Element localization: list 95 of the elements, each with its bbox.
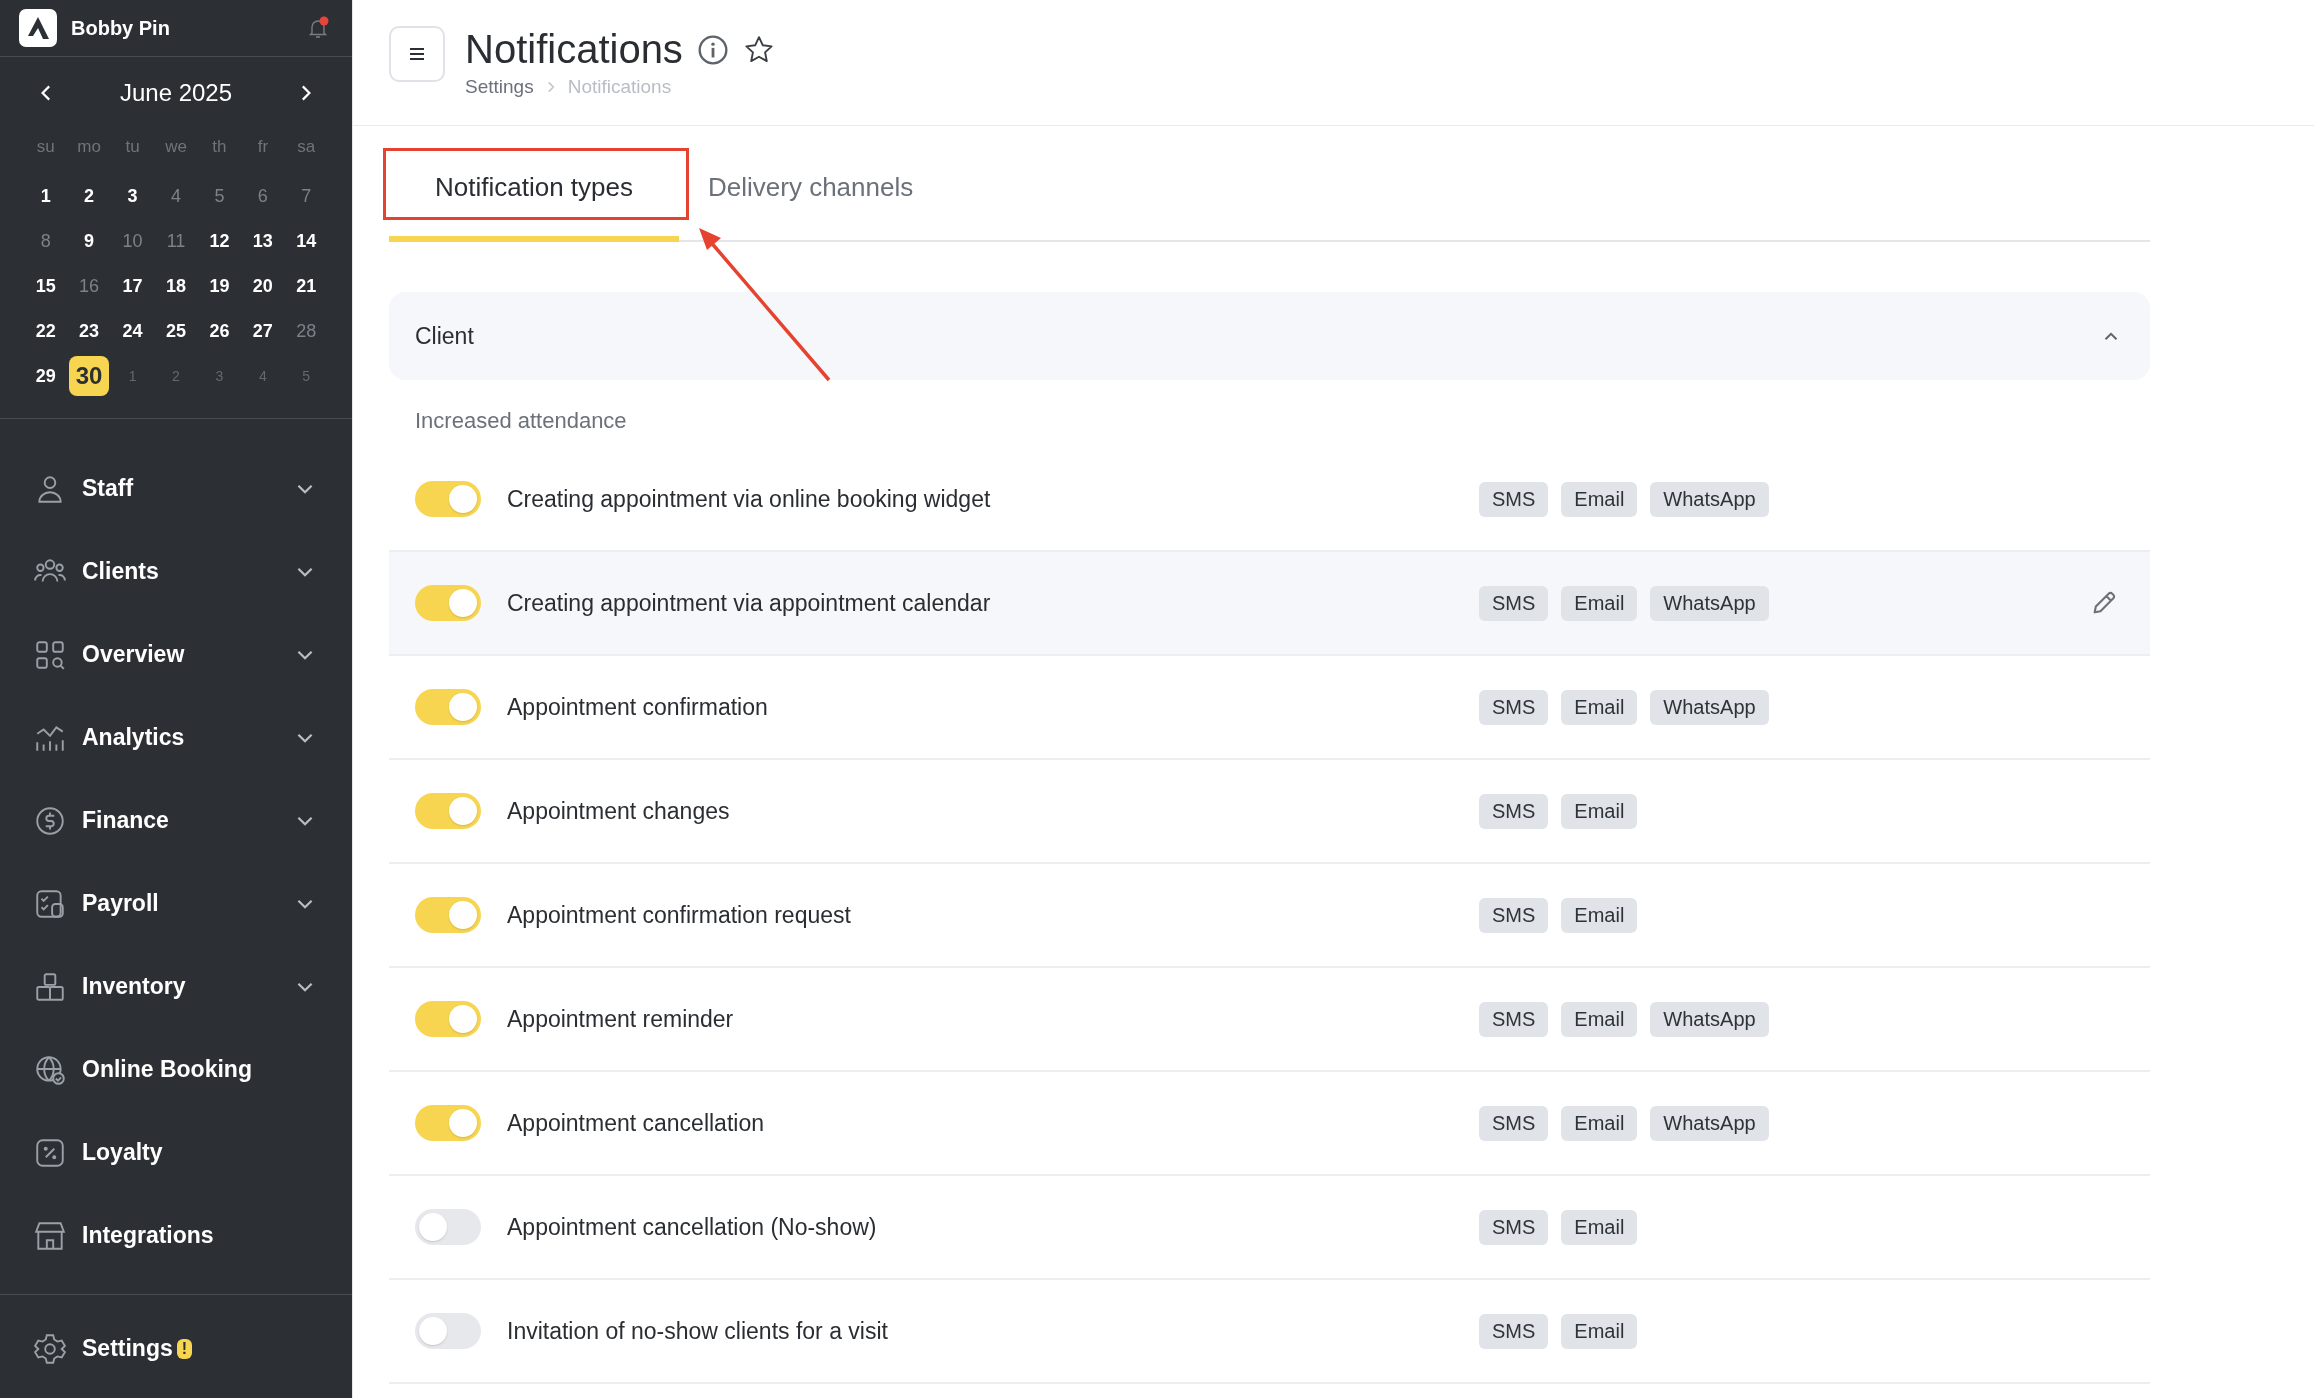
tab[interactable]: Delivery channels	[679, 138, 943, 242]
calendar-day[interactable]: 29	[25, 355, 66, 396]
weekday-label: tu	[124, 136, 141, 158]
weekday-label: sa	[296, 136, 317, 158]
menu-button[interactable]	[389, 25, 445, 82]
calendar-day[interactable]: 20	[242, 265, 283, 306]
tab[interactable]: Notification types	[389, 138, 679, 242]
bell-icon[interactable]	[306, 16, 330, 40]
toggle-switch[interactable]	[415, 481, 481, 517]
channel-tag: Email	[1561, 689, 1638, 725]
channel-tag: WhatsApp	[1650, 689, 1769, 725]
channel-tag: Email	[1561, 1313, 1638, 1349]
channel-tag: SMS	[1479, 897, 1549, 933]
user-name: Bobby Pin	[71, 16, 171, 40]
channel-tag: Email	[1561, 1105, 1638, 1141]
weekday-label: fr	[256, 136, 270, 158]
channel-tag: SMS	[1479, 1313, 1549, 1349]
calendar-day[interactable]: 17	[112, 265, 153, 306]
notification-label: Creating appointment via online booking widget	[507, 485, 992, 513]
month-title: June 2025	[119, 79, 233, 107]
calendar-day[interactable]: 18	[156, 265, 196, 306]
toggle-switch[interactable]	[415, 897, 481, 933]
page-title: Notifications	[465, 27, 683, 72]
channel-tag: SMS	[1479, 1209, 1549, 1245]
notification-label: Appointment reminder	[507, 1005, 735, 1033]
channel-tag: SMS	[1479, 689, 1549, 725]
toggle-switch[interactable]	[415, 793, 481, 829]
channel-tag: SMS	[1479, 1105, 1549, 1141]
toggle-switch[interactable]	[415, 689, 481, 725]
channel-tag: Email	[1561, 1209, 1638, 1245]
calendar-day[interactable]: 19	[199, 265, 240, 306]
nav-item[interactable]: Clients	[0, 530, 352, 613]
notification-label: Appointment confirmation	[507, 693, 769, 721]
toggle-switch[interactable]	[415, 1001, 481, 1037]
breadcrumb-link[interactable]: Settings	[465, 76, 534, 98]
calendar-day[interactable]: 24	[112, 310, 153, 351]
channel-tag: Email	[1561, 793, 1638, 829]
settings-item[interactable]: Settings !	[0, 1307, 352, 1390]
calendar-day[interactable]: 12	[199, 220, 240, 261]
info-icon[interactable]	[696, 33, 729, 66]
calendar-day[interactable]: 13	[242, 220, 283, 261]
nav-item[interactable]: Inventory	[0, 945, 352, 1028]
channel-tag: WhatsApp	[1650, 585, 1769, 621]
channel-tag: WhatsApp	[1650, 1001, 1769, 1037]
channel-tag: Email	[1561, 585, 1638, 621]
calendar-day[interactable]: 25	[156, 310, 196, 351]
toggle-switch[interactable]	[415, 1209, 481, 1245]
weekday-label: th	[211, 136, 228, 158]
calendar-day[interactable]: 21	[286, 265, 327, 306]
toggle-switch[interactable]	[415, 585, 481, 621]
calendar-day[interactable]: 30	[69, 355, 110, 396]
notification-label: Invitation of no-show clients for a visit	[507, 1317, 889, 1345]
notification-label: Appointment changes	[507, 797, 731, 825]
toggle-switch[interactable]	[415, 1105, 481, 1141]
warning-badge: !	[176, 1338, 193, 1359]
nav-item[interactable]: Overview	[0, 613, 352, 696]
calendar-day[interactable]: 26	[199, 310, 240, 351]
calendar-day[interactable]: 22	[25, 310, 66, 351]
nav-item[interactable]: Analytics	[0, 696, 352, 779]
weekday-label: su	[35, 136, 56, 158]
nav-item[interactable]: Staff	[0, 447, 352, 530]
channel-tag: Email	[1561, 897, 1638, 933]
channel-tag: SMS	[1479, 793, 1549, 829]
channel-tag: WhatsApp	[1650, 481, 1769, 517]
calendar-day[interactable]: 23	[69, 310, 110, 351]
calendar-day[interactable]: 3	[112, 175, 153, 216]
calendar-day[interactable]: 27	[242, 310, 283, 351]
nav-item[interactable]: Finance	[0, 779, 352, 862]
channel-tag: Email	[1561, 481, 1638, 517]
calendar-day[interactable]: 15	[25, 265, 66, 306]
settings-icon	[33, 1331, 67, 1366]
nav-item[interactable]: Integrations	[0, 1194, 352, 1277]
notification-label: Appointment cancellation (No-show)	[507, 1213, 878, 1241]
channel-tag: SMS	[1479, 585, 1549, 621]
channel-tag: SMS	[1479, 1001, 1549, 1037]
calendar-day[interactable]: 2	[69, 175, 110, 216]
group-label: Increased attendance	[414, 408, 628, 434]
notification-label: Appointment confirmation request	[507, 901, 852, 929]
calendar-day[interactable]: 9	[69, 220, 110, 261]
notification-label: Creating appointment via appointment calendar	[507, 589, 992, 617]
notification-label: Appointment cancellation	[507, 1109, 765, 1137]
nav-item[interactable]: Online Booking	[0, 1028, 352, 1111]
section-title: Client	[415, 322, 474, 350]
weekday-label: we	[164, 136, 188, 158]
weekday-label: mo	[76, 136, 102, 158]
channel-tag: Email	[1561, 1001, 1638, 1037]
toggle-switch[interactable]	[415, 1313, 481, 1349]
section-header[interactable]: Client	[389, 292, 2150, 380]
channel-tag: SMS	[1479, 481, 1549, 517]
calendar-day[interactable]: 14	[286, 220, 327, 261]
logo-icon	[19, 9, 57, 47]
channel-tag: WhatsApp	[1650, 1105, 1769, 1141]
nav-item[interactable]: Payroll	[0, 862, 352, 945]
nav-item[interactable]: Loyalty	[0, 1111, 352, 1194]
calendar-day[interactable]: 1	[25, 175, 66, 216]
